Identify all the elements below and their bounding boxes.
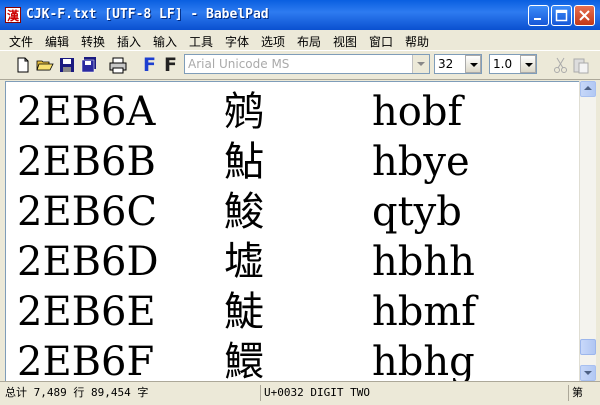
close-icon [579,10,590,21]
minimize-icon [534,18,541,20]
close-button[interactable] [574,5,595,26]
scroll-up-button[interactable] [580,81,596,97]
line-spacing-value: 1.0 [493,57,513,71]
menu-font[interactable]: 字体 [225,33,249,50]
font-name-value: Arial Unicode MS [188,57,290,71]
code-point: 2EB6D [17,239,159,285]
text-line: 2EB6C 鮻 qtyb [6,187,579,237]
scroll-down-button[interactable] [580,365,596,381]
code-point: 2EB6E [17,289,156,335]
text-line: 2EB6F 鱞 hbhg [6,337,579,381]
vertical-scrollbar[interactable] [579,81,596,381]
text-line: 2EB6D 墟 hbhh [6,237,579,287]
font-button-black[interactable]: F [164,54,177,76]
cjk-character: 鮎 [224,139,264,185]
menu-view[interactable]: 视图 [333,33,357,50]
line-spacing-dropdown[interactable]: 1.0 [489,54,537,74]
maximize-button[interactable] [551,5,572,26]
cut-icon[interactable] [552,56,570,74]
title-bar: 漢 CJK-F.txt [UTF-8 LF] - BabelPad [0,0,600,30]
save-all-icon[interactable] [80,56,98,74]
menu-tools[interactable]: 工具 [189,33,213,50]
minimize-button[interactable] [528,5,549,26]
text-line: 2EB6B 鮎 hbye [6,137,579,187]
menu-options[interactable]: 选项 [261,33,285,50]
input-code: qtyb [372,189,462,235]
app-icon[interactable]: 漢 [5,7,21,23]
code-point: 2EB6B [17,139,156,185]
cjk-character: 鹓 [224,89,264,135]
input-code: hbhh [372,239,475,285]
menu-input[interactable]: 输入 [153,33,177,50]
code-point: 2EB6C [17,189,158,235]
cjk-character: 墟 [224,239,264,285]
cjk-character: 鮻 [224,189,264,235]
menu-convert[interactable]: 转换 [81,33,105,50]
new-file-icon[interactable] [14,56,32,74]
code-point: 2EB6F [17,339,155,381]
open-folder-icon[interactable] [36,56,54,74]
input-code: hbye [372,139,470,185]
status-char-info: U+0032 DIGIT TWO [260,385,564,401]
input-code: hobf [372,89,463,135]
font-button-blue[interactable]: F [143,54,156,76]
text-line: 2EB6A 鹓 hobf [6,87,579,137]
font-size-dropdown[interactable]: 32 [434,54,482,74]
window-title: CJK-F.txt [UTF-8 LF] - BabelPad [26,7,269,22]
maximize-icon [555,9,568,22]
status-bar: 总计 7,489 行 89,454 字 U+0032 DIGIT TWO 第 [0,381,600,405]
status-counts: 总计 7,489 行 89,454 字 [5,386,149,399]
chevron-down-icon[interactable] [465,55,481,73]
menu-file[interactable]: 文件 [9,33,33,50]
text-line: 2EB6E 鯐 hbmf [6,287,579,337]
menu-window[interactable]: 窗口 [369,33,393,50]
paste-icon[interactable] [572,56,590,74]
cjk-character: 鯐 [224,289,264,335]
cjk-character: 鱞 [224,339,264,381]
menu-edit[interactable]: 编辑 [45,33,69,50]
menu-bar: 文件 编辑 转换 插入 输入 工具 字体 选项 布局 视图 窗口 帮助 [0,30,600,51]
menu-insert[interactable]: 插入 [117,33,141,50]
print-icon[interactable] [109,56,127,74]
chevron-down-icon[interactable] [412,55,429,73]
font-name-dropdown[interactable]: Arial Unicode MS [184,54,430,74]
font-size-value: 32 [438,57,454,71]
text-editor[interactable]: 2EB6A 鹓 hobf 2EB6B 鮎 hbye 2EB6C 鮻 qtyb 2… [5,81,579,381]
input-code: hbhg [372,339,475,381]
chevron-down-icon[interactable] [520,55,536,73]
code-point: 2EB6A [17,89,156,135]
menu-layout[interactable]: 布局 [297,33,321,50]
save-icon[interactable] [58,56,76,74]
status-position: 第 [568,385,600,401]
input-code: hbmf [372,289,477,335]
menu-help[interactable]: 帮助 [405,33,429,50]
scrollbar-thumb[interactable] [580,339,596,355]
